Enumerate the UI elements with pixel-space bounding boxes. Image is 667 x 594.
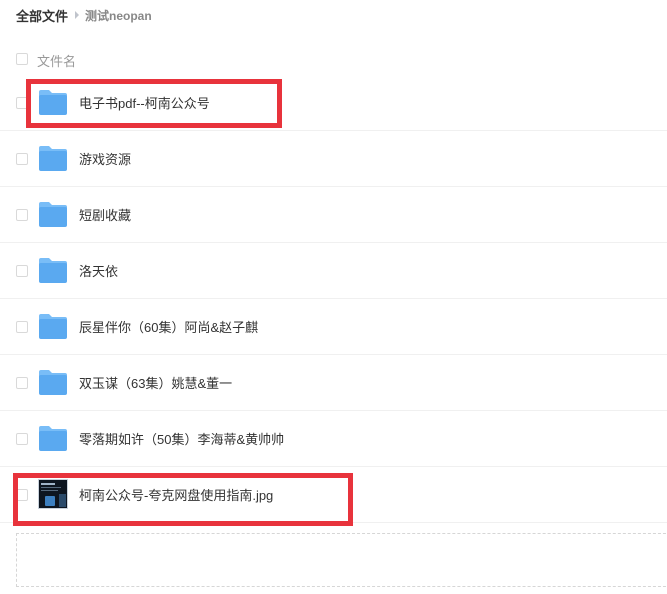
- column-header-name[interactable]: 文件名: [37, 51, 76, 70]
- folder-icon: [38, 143, 68, 173]
- folder-icon: [38, 87, 68, 117]
- file-row[interactable]: 短剧收藏: [0, 187, 667, 243]
- row-checkbox[interactable]: [16, 209, 28, 221]
- row-checkbox[interactable]: [16, 433, 28, 445]
- row-checkbox[interactable]: [16, 265, 28, 277]
- upload-drop-zone[interactable]: [16, 533, 667, 587]
- file-row[interactable]: 洛天依: [0, 243, 667, 299]
- row-checkbox[interactable]: [16, 97, 28, 109]
- folder-icon: [38, 199, 68, 229]
- breadcrumb-current: 测试neopan: [85, 8, 152, 23]
- file-name[interactable]: 双玉谋（63集）姚慧&董一: [79, 373, 232, 392]
- row-checkbox[interactable]: [16, 377, 28, 389]
- breadcrumb: 全部文件 测试neopan: [16, 6, 152, 24]
- row-checkbox[interactable]: [16, 153, 28, 165]
- file-name[interactable]: 柯南公众号-夸克网盘使用指南.jpg: [79, 485, 273, 504]
- file-name[interactable]: 零落期如许（50集）李海蒂&黄帅帅: [79, 429, 284, 448]
- file-row[interactable]: 双玉谋（63集）姚慧&董一: [0, 355, 667, 411]
- breadcrumb-separator-icon: [75, 11, 80, 19]
- row-checkbox[interactable]: [16, 321, 28, 333]
- file-row[interactable]: 游戏资源: [0, 131, 667, 187]
- file-name[interactable]: 洛天依: [79, 261, 118, 280]
- file-row[interactable]: 电子书pdf--柯南公众号: [0, 75, 667, 131]
- file-row[interactable]: 柯南公众号-夸克网盘使用指南.jpg: [0, 467, 667, 523]
- select-all-checkbox[interactable]: [16, 53, 28, 65]
- file-name[interactable]: 短剧收藏: [79, 205, 131, 224]
- folder-icon: [38, 255, 68, 285]
- folder-icon: [38, 311, 68, 341]
- folder-icon: [38, 423, 68, 453]
- file-name[interactable]: 游戏资源: [79, 149, 131, 168]
- breadcrumb-root-link[interactable]: 全部文件: [16, 6, 68, 25]
- file-name[interactable]: 电子书pdf--柯南公众号: [79, 93, 210, 112]
- folder-icon: [38, 367, 68, 397]
- file-name[interactable]: 辰星伴你（60集）阿尚&赵子麒: [79, 317, 258, 336]
- row-checkbox[interactable]: [16, 489, 28, 501]
- image-thumbnail-icon: [38, 479, 68, 509]
- file-row[interactable]: 零落期如许（50集）李海蒂&黄帅帅: [0, 411, 667, 467]
- file-row[interactable]: 辰星伴你（60集）阿尚&赵子麒: [0, 299, 667, 355]
- file-list-header: 文件名: [0, 44, 667, 74]
